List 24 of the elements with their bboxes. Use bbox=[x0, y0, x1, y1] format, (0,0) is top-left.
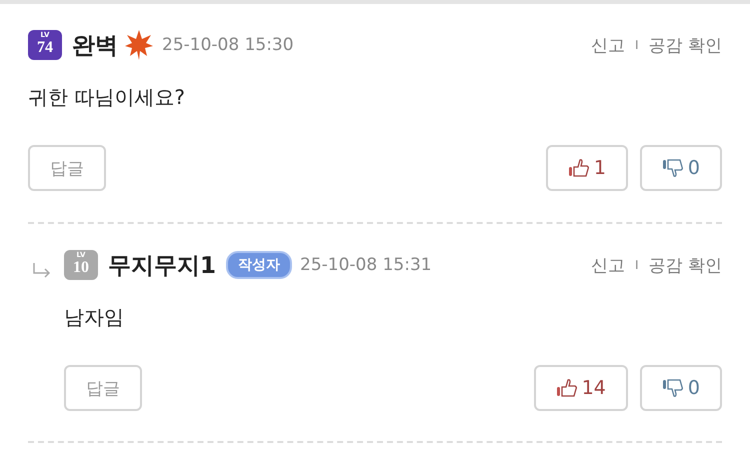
comment-date: 25-10-08 15:30 bbox=[162, 35, 294, 55]
reply-button[interactable]: 답글 bbox=[64, 365, 142, 411]
separator: I bbox=[635, 38, 639, 52]
thumbs-down-icon bbox=[662, 158, 684, 178]
thumbs-up-icon bbox=[568, 158, 590, 178]
report-link[interactable]: 신고 bbox=[591, 254, 626, 276]
reply-button[interactable]: 답글 bbox=[28, 145, 106, 191]
separator: I bbox=[635, 258, 639, 272]
likes-check-link[interactable]: 공감 확인 bbox=[648, 254, 722, 276]
like-button[interactable]: 1 bbox=[546, 145, 628, 191]
comment-text: 귀한 따님이세요? bbox=[28, 84, 186, 111]
thumbs-down-icon bbox=[662, 378, 684, 398]
dislike-button[interactable]: 0 bbox=[640, 365, 722, 411]
comment-text: 남자임 bbox=[64, 304, 125, 331]
likes-check-link[interactable]: 공감 확인 bbox=[648, 34, 722, 56]
comment-date: 25-10-08 15:31 bbox=[300, 255, 432, 275]
dislike-button[interactable]: 0 bbox=[640, 145, 722, 191]
reply-arrow-icon bbox=[32, 262, 52, 278]
report-link[interactable]: 신고 bbox=[591, 34, 626, 56]
thumbs-up-icon bbox=[556, 378, 578, 398]
author-tag: 작성자 bbox=[226, 251, 292, 279]
nickname: 완벽 bbox=[72, 32, 118, 60]
like-button[interactable]: 14 bbox=[534, 365, 628, 411]
nickname: 무지무지1 bbox=[108, 252, 216, 280]
